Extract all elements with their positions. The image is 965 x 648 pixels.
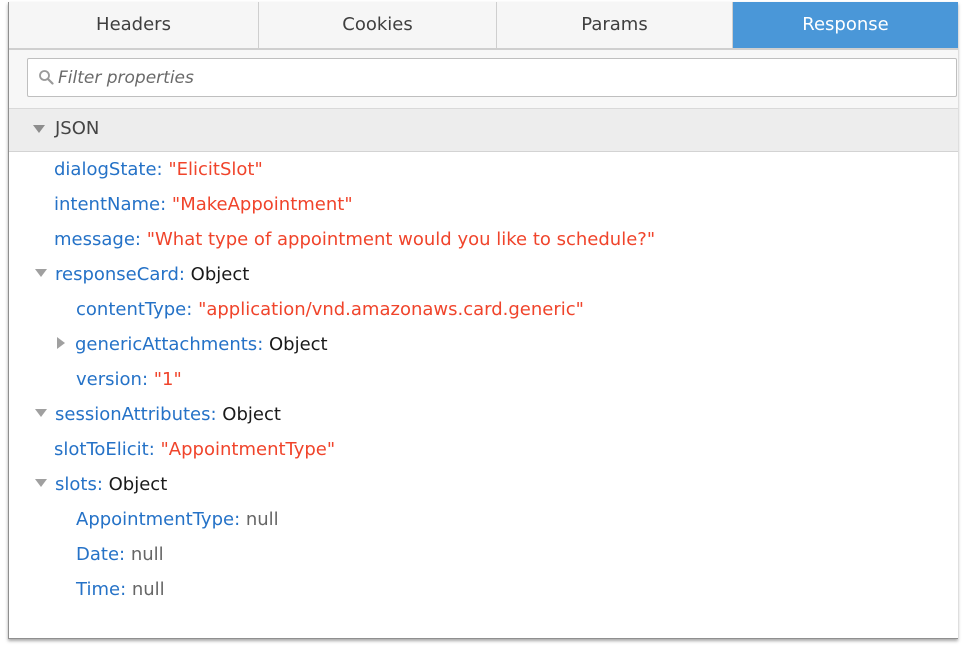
property-key: intentName	[54, 194, 161, 215]
expand-triangle-icon[interactable]	[35, 409, 47, 417]
property-key: slots	[55, 474, 97, 495]
filter-bar	[9, 50, 958, 109]
tree-row: dialogState: "ElicitSlot"	[54, 154, 263, 186]
tab-headers[interactable]: Headers	[9, 2, 259, 48]
collapse-triangle-icon[interactable]	[57, 337, 65, 349]
tree-row[interactable]: responseCard: Object	[35, 259, 249, 291]
property-key: dialogState	[54, 159, 157, 180]
tree-row: contentType: "application/vnd.amazonaws.…	[76, 294, 584, 326]
tree-row: slotToElicit: "AppointmentType"	[54, 434, 335, 466]
property-value: Object	[222, 404, 281, 425]
property-value: "What type of appointment would you like…	[146, 229, 656, 250]
property-key: Date	[76, 544, 120, 565]
filter-properties-input[interactable]	[58, 59, 938, 96]
search-icon	[39, 70, 54, 85]
filter-box[interactable]	[27, 58, 957, 97]
tab-bar: Headers Cookies Params Response	[9, 2, 958, 50]
tab-response[interactable]: Response	[733, 2, 958, 48]
tree-row[interactable]: slots: Object	[35, 469, 167, 501]
tree-row: message: "What type of appointment would…	[54, 224, 655, 256]
property-value: "MakeAppointment"	[171, 194, 353, 215]
tree-row: version: "1"	[76, 364, 182, 396]
key-separator: :	[134, 229, 147, 250]
property-key: Time	[76, 579, 121, 600]
property-value: "AppointmentType"	[160, 439, 336, 460]
response-panel: Headers Cookies Params Response JSON dia…	[8, 2, 958, 639]
tree-row[interactable]: genericAttachments: Object	[57, 329, 328, 361]
tree-row[interactable]: sessionAttributes: Object	[35, 399, 281, 431]
key-separator: :	[156, 159, 169, 180]
property-value: Object	[108, 474, 168, 495]
property-key: message	[54, 229, 135, 250]
property-key: AppointmentType	[76, 509, 235, 530]
key-separator: :	[257, 334, 269, 355]
property-value: null	[131, 579, 165, 600]
property-value: null	[245, 509, 279, 530]
property-key: sessionAttributes	[55, 404, 211, 425]
expand-triangle-icon[interactable]	[35, 479, 47, 487]
property-key: contentType	[76, 299, 187, 320]
property-value: "application/vnd.amazonaws.card.generic"	[198, 299, 584, 320]
triangle-down-icon[interactable]	[33, 125, 45, 133]
json-section-header[interactable]: JSON	[9, 109, 958, 152]
property-key: responseCard	[55, 264, 179, 285]
property-value: "ElicitSlot"	[168, 159, 263, 180]
key-separator: :	[120, 579, 132, 600]
key-separator: :	[178, 264, 191, 285]
tab-params[interactable]: Params	[497, 2, 733, 48]
tab-cookies[interactable]: Cookies	[259, 2, 497, 48]
key-separator: :	[160, 194, 172, 215]
property-key: version	[76, 369, 142, 390]
tree-row: Time: null	[76, 574, 165, 606]
key-separator: :	[186, 299, 199, 320]
tree-row: Date: null	[76, 539, 164, 571]
property-key: slotToElicit	[54, 439, 149, 460]
section-label: JSON	[55, 118, 100, 139]
key-separator: :	[141, 369, 154, 390]
property-value: Object	[268, 334, 328, 355]
property-value: null	[130, 544, 164, 565]
tree-row: AppointmentType: null	[76, 504, 279, 536]
key-separator: :	[148, 439, 161, 460]
key-separator: :	[234, 509, 246, 530]
key-separator: :	[210, 404, 223, 425]
property-value: "1"	[153, 369, 182, 390]
property-value: Object	[190, 264, 250, 285]
property-key: genericAttachments	[75, 334, 258, 355]
tree-row: intentName: "MakeAppointment"	[54, 189, 353, 221]
key-separator: :	[119, 544, 131, 565]
key-separator: :	[96, 474, 109, 495]
expand-triangle-icon[interactable]	[35, 269, 47, 277]
